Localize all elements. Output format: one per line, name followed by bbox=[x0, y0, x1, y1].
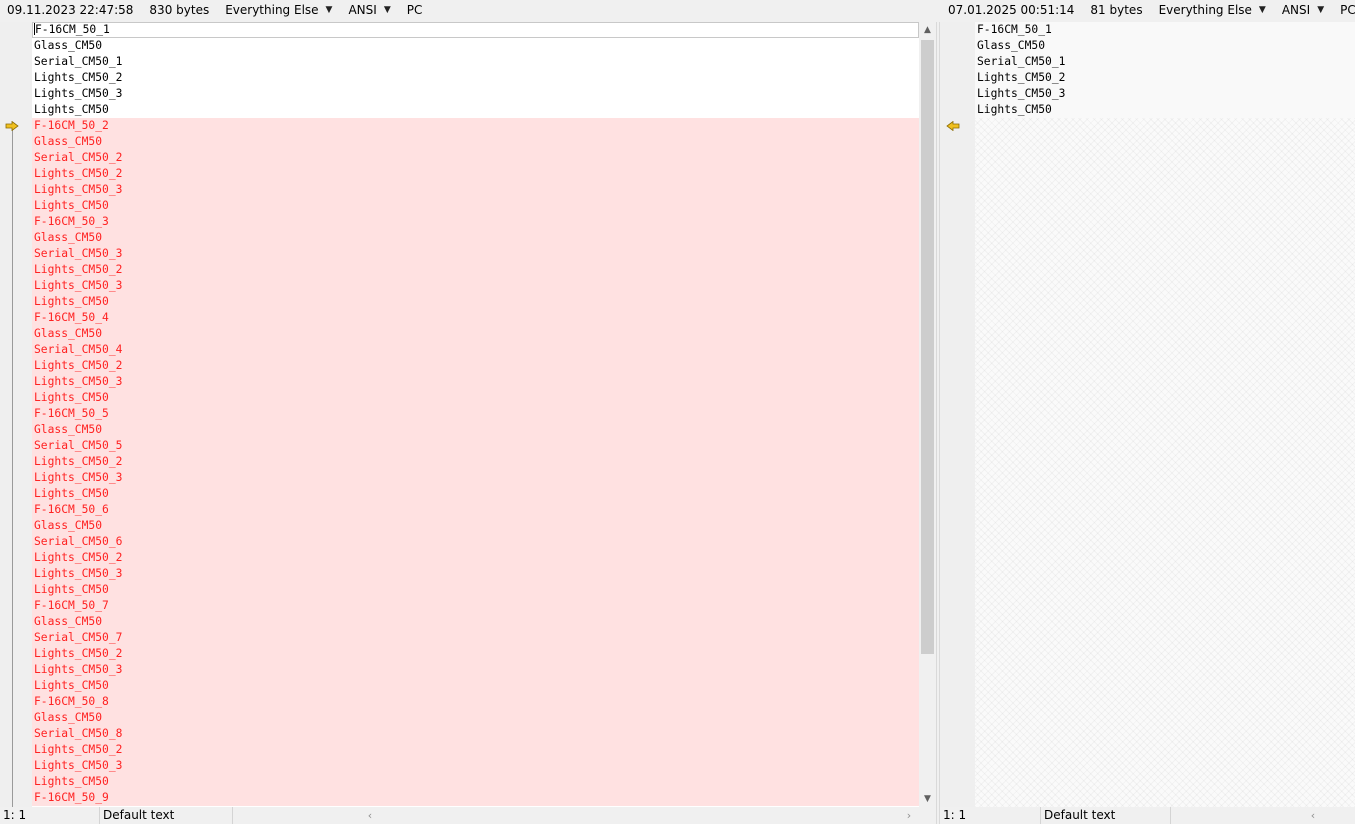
right-text-style: Default text bbox=[1041, 807, 1171, 824]
right-gutter bbox=[940, 22, 975, 807]
left-text-style: Default text bbox=[100, 807, 233, 824]
right-file-timestamp: 07.01.2025 00:51:14 bbox=[948, 3, 1075, 17]
right-cursor-position: 1: 1 bbox=[940, 807, 1041, 824]
dropdown-arrow-icon: ▼ bbox=[1317, 5, 1325, 15]
scroll-up-icon[interactable]: ▲ bbox=[919, 22, 936, 38]
dropdown-arrow-icon: ▼ bbox=[383, 5, 391, 15]
left-editor-pane[interactable]: F-16CM_50_1 Glass_CM50 Serial_CM50_1 Lights… bbox=[0, 22, 936, 807]
right-syntax-dropdown[interactable]: Everything Else ▼ bbox=[1159, 3, 1266, 17]
text-line[interactable]: Lights_CM50 bbox=[32, 390, 919, 406]
text-line[interactable]: Lights_CM50_3 bbox=[32, 470, 919, 486]
text-line[interactable]: F-16CM_50_3 bbox=[32, 214, 919, 230]
text-line[interactable]: Lights_CM50_3 bbox=[32, 758, 919, 774]
dropdown-arrow-icon: ▼ bbox=[1258, 5, 1266, 15]
text-line[interactable]: F-16CM_50_1 bbox=[32, 22, 919, 38]
text-line[interactable]: Glass_CM50 bbox=[32, 614, 919, 630]
text-line[interactable]: Lights_CM50_3 bbox=[975, 86, 1355, 102]
text-line[interactable]: Lights_CM50 bbox=[32, 294, 919, 310]
text-line[interactable]: Lights_CM50 bbox=[32, 678, 919, 694]
text-line[interactable]: Lights_CM50 bbox=[32, 486, 919, 502]
right-editor-pane[interactable]: F-16CM_50_1 Glass_CM50 Serial_CM50_1 Lights… bbox=[940, 22, 1355, 807]
left-file-info-bar: 09.11.2023 22:47:58 830 bytes Everything… bbox=[7, 0, 438, 20]
text-line[interactable]: F-16CM_50_2 bbox=[32, 118, 919, 134]
arrow-right-icon[interactable] bbox=[5, 121, 19, 131]
text-line[interactable]: Serial_CM50_2 bbox=[32, 150, 919, 166]
text-line[interactable]: Lights_CM50_2 bbox=[32, 550, 919, 566]
arrow-left-icon[interactable] bbox=[946, 121, 960, 131]
scroll-right-icon[interactable]: › bbox=[902, 807, 916, 824]
text-line[interactable]: Lights_CM50_2 bbox=[32, 166, 919, 182]
text-line[interactable]: Lights_CM50_2 bbox=[32, 646, 919, 662]
left-cursor-position: 1: 1 bbox=[0, 807, 100, 824]
gutter-diff-line bbox=[12, 127, 13, 807]
text-line[interactable]: F-16CM_50_4 bbox=[32, 310, 919, 326]
text-line[interactable]: Lights_CM50_3 bbox=[32, 566, 919, 582]
right-horizontal-scrollbar[interactable]: ‹ bbox=[1171, 807, 1355, 824]
left-file-timestamp: 09.11.2023 22:47:58 bbox=[7, 3, 134, 17]
scroll-left-icon[interactable]: ‹ bbox=[1306, 807, 1320, 824]
text-line[interactable]: Lights_CM50 bbox=[32, 198, 919, 214]
right-file-info-bar: 07.01.2025 00:51:14 81 bytes Everything … bbox=[948, 0, 1355, 20]
text-line[interactable]: Glass_CM50 bbox=[32, 134, 919, 150]
text-line[interactable]: Serial_CM50_4 bbox=[32, 342, 919, 358]
text-line[interactable]: Lights_CM50 bbox=[32, 774, 919, 790]
left-text-area[interactable]: F-16CM_50_1 Glass_CM50 Serial_CM50_1 Lights… bbox=[32, 22, 919, 807]
text-line[interactable]: Lights_CM50_3 bbox=[32, 662, 919, 678]
left-line-endings[interactable]: PC bbox=[407, 3, 423, 17]
text-line[interactable]: Lights_CM50_2 bbox=[32, 262, 919, 278]
text-line[interactable]: Glass_CM50 bbox=[975, 38, 1355, 54]
right-file-size: 81 bytes bbox=[1090, 3, 1143, 17]
text-line[interactable]: Serial_CM50_7 bbox=[32, 630, 919, 646]
text-line[interactable]: Serial_CM50_8 bbox=[32, 726, 919, 742]
text-line[interactable]: Serial_CM50_3 bbox=[32, 246, 919, 262]
text-line[interactable]: Lights_CM50_2 bbox=[32, 454, 919, 470]
left-file-size: 830 bytes bbox=[149, 3, 210, 17]
left-gutter bbox=[0, 22, 32, 807]
text-line[interactable]: Lights_CM50_3 bbox=[32, 374, 919, 390]
right-status-bar: 1: 1 Default text ‹ bbox=[940, 807, 1355, 824]
text-line[interactable]: F-16CM_50_8 bbox=[32, 694, 919, 710]
left-horizontal-scrollbar[interactable]: ‹ › bbox=[233, 807, 919, 824]
text-line[interactable]: Lights_CM50_2 bbox=[975, 70, 1355, 86]
text-line[interactable]: Serial_CM50_1 bbox=[32, 54, 919, 70]
text-line[interactable]: Lights_CM50 bbox=[975, 102, 1355, 118]
right-encoding-dropdown[interactable]: ANSI ▼ bbox=[1282, 3, 1324, 17]
missing-lines-placeholder bbox=[975, 118, 1355, 807]
text-line[interactable]: Lights_CM50_2 bbox=[32, 742, 919, 758]
text-line[interactable]: Glass_CM50 bbox=[32, 518, 919, 534]
text-line[interactable]: Glass_CM50 bbox=[32, 422, 919, 438]
text-line[interactable]: Lights_CM50_2 bbox=[32, 70, 919, 86]
text-line[interactable]: Glass_CM50 bbox=[32, 38, 919, 54]
text-line[interactable]: Lights_CM50_2 bbox=[32, 358, 919, 374]
dropdown-arrow-icon: ▼ bbox=[325, 5, 333, 15]
text-line[interactable]: Serial_CM50_6 bbox=[32, 534, 919, 550]
text-line[interactable]: Lights_CM50 bbox=[32, 102, 919, 118]
text-line[interactable]: F-16CM_50_5 bbox=[32, 406, 919, 422]
text-line[interactable]: Serial_CM50_1 bbox=[975, 54, 1355, 70]
text-line[interactable]: Lights_CM50_3 bbox=[32, 86, 919, 102]
left-status-bar: 1: 1 Default text ‹ › bbox=[0, 807, 919, 824]
scrollbar-thumb[interactable] bbox=[921, 40, 934, 654]
text-line[interactable]: F-16CM_50_7 bbox=[32, 598, 919, 614]
text-line[interactable]: F-16CM_50_9 bbox=[32, 790, 919, 806]
text-line[interactable]: Lights_CM50 bbox=[32, 582, 919, 598]
right-lines: F-16CM_50_1 Glass_CM50 Serial_CM50_1 Lights… bbox=[975, 22, 1355, 118]
right-line-endings[interactable]: PC bbox=[1340, 3, 1355, 17]
scroll-down-icon[interactable]: ▼ bbox=[919, 791, 936, 807]
right-text-area[interactable]: F-16CM_50_1 Glass_CM50 Serial_CM50_1 Lights… bbox=[975, 22, 1355, 807]
text-line[interactable]: Serial_CM50_5 bbox=[32, 438, 919, 454]
text-line[interactable]: F-16CM_50_1 bbox=[975, 22, 1355, 38]
text-line[interactable]: Lights_CM50_3 bbox=[32, 278, 919, 294]
left-vertical-scrollbar[interactable]: ▲ ▼ bbox=[919, 22, 936, 807]
left-syntax-dropdown[interactable]: Everything Else ▼ bbox=[225, 3, 332, 17]
left-encoding-dropdown[interactable]: ANSI ▼ bbox=[348, 3, 390, 17]
scroll-left-icon[interactable]: ‹ bbox=[363, 807, 377, 824]
text-line[interactable]: Glass_CM50 bbox=[32, 710, 919, 726]
text-line[interactable]: Glass_CM50 bbox=[32, 326, 919, 342]
text-line[interactable]: Glass_CM50 bbox=[32, 230, 919, 246]
text-line[interactable]: F-16CM_50_6 bbox=[32, 502, 919, 518]
text-line[interactable]: Lights_CM50_3 bbox=[32, 182, 919, 198]
